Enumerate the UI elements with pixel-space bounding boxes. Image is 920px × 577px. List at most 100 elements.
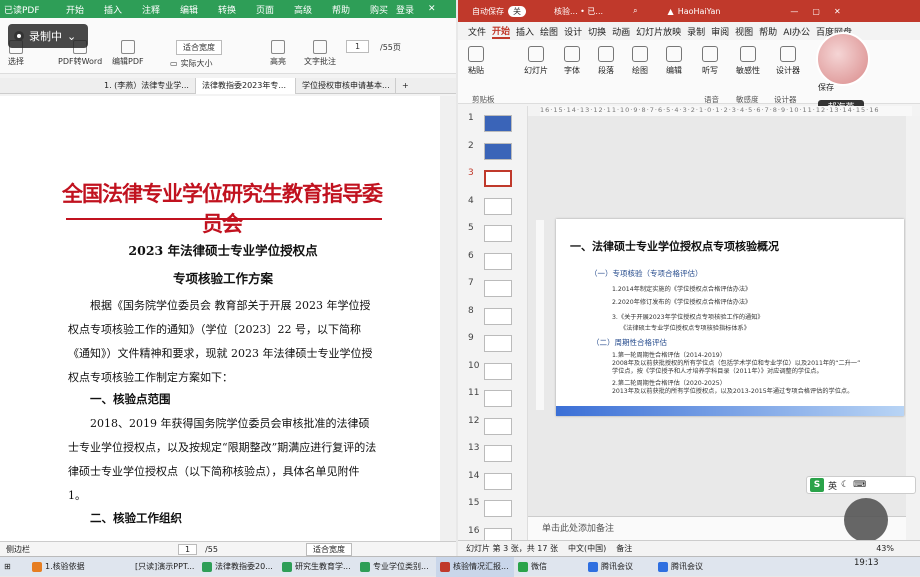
taskbar-item[interactable]: 1.核验依据: [28, 557, 128, 577]
language-status[interactable]: 中文(中国): [568, 543, 606, 554]
ime-toolbar[interactable]: S 英 ☾ ⌨: [806, 476, 916, 494]
highlight-button[interactable]: 高亮: [270, 40, 286, 67]
page-number-input[interactable]: 1: [346, 40, 370, 53]
windows-taskbar: ⊞ 1.核验依据 [只读]演示PPT... 法律教指委20... 研究生教育学.…: [0, 556, 920, 577]
slides-button[interactable]: 幻灯片: [524, 46, 548, 76]
slide-thumbnail[interactable]: [484, 252, 512, 270]
designer-button[interactable]: 设计器: [776, 46, 800, 76]
slide-thumbnail[interactable]: [484, 417, 512, 435]
fit-icon: ▭: [170, 59, 178, 68]
thumbnail-number: 8: [468, 305, 474, 316]
ribbon-tab[interactable]: 切换: [588, 25, 606, 38]
slide-thumbnail[interactable]: [484, 500, 512, 517]
slide-thumbnail[interactable]: [484, 307, 512, 325]
body-paragraph: 根据《国务院学位委员会 教育部关于开展 2023 年学位授权点专项核验工作的通知…: [68, 299, 373, 384]
ribbon-tab[interactable]: 插入: [516, 25, 534, 38]
paragraph-button[interactable]: 段落: [598, 46, 614, 76]
close-icon[interactable]: ✕: [834, 7, 841, 16]
ppt-status-bar: 幻灯片 第 3 张，共 17 张 中文(中国) 备注 43%: [458, 540, 920, 556]
slide-thumbnail[interactable]: [484, 197, 512, 215]
thumbnail-number: 5: [468, 223, 474, 233]
ribbon-tab[interactable]: 文件: [468, 25, 486, 38]
close-icon[interactable]: ✕: [428, 4, 436, 14]
status-zoom-select[interactable]: 适合宽度: [305, 542, 352, 556]
pdf-menu-item[interactable]: 注释: [132, 3, 170, 16]
slide-thumbnail[interactable]: [484, 142, 512, 160]
new-tab-icon[interactable]: +: [396, 81, 415, 90]
sensitivity-button[interactable]: 敏感性: [736, 46, 760, 76]
ribbon-tab[interactable]: 动画: [612, 25, 630, 38]
paste-button[interactable]: 粘贴: [468, 46, 484, 76]
ribbon-tab[interactable]: 录制: [687, 25, 705, 38]
slide-thumbnail[interactable]: [484, 170, 512, 187]
pdf-menu-item[interactable]: 编辑: [170, 3, 208, 16]
slide-thumbnail[interactable]: [484, 225, 512, 242]
file-name[interactable]: 核验... • 已...: [554, 6, 603, 17]
taskbar-item[interactable]: 研究生教育学...: [278, 557, 356, 577]
pdf-menu-item[interactable]: 转换: [208, 3, 246, 16]
font-icon: [564, 46, 580, 62]
start-icon[interactable]: ⊞: [0, 557, 28, 577]
mute-microphone-button[interactable]: [844, 498, 888, 542]
pdf-tab-active[interactable]: 法律教指委2023年专...: [196, 77, 296, 94]
text-note-button[interactable]: 文字批注: [304, 40, 336, 67]
ribbon-tab[interactable]: 帮助: [759, 25, 777, 38]
ribbon-tab[interactable]: 设计: [564, 25, 582, 38]
login-button[interactable]: 登录: [396, 3, 414, 16]
sensitivity-icon: [740, 46, 756, 62]
actual-size-button[interactable]: ▭ 实际大小: [170, 58, 213, 69]
pdf-tab[interactable]: 学位授权审核申请基本...: [296, 77, 396, 94]
ribbon-tab[interactable]: AI办公: [783, 25, 810, 38]
sidebar-toggle[interactable]: 侧边栏: [6, 544, 30, 555]
drawing-button[interactable]: 绘图: [632, 46, 648, 76]
taskbar-item[interactable]: 专业学位类别...: [356, 557, 436, 577]
pdf-scrollbar[interactable]: [440, 96, 456, 542]
taskbar-item[interactable]: 微信: [514, 557, 584, 577]
taskbar-item[interactable]: 腾讯会议: [654, 557, 724, 577]
font-button[interactable]: 字体: [564, 46, 580, 76]
ribbon-tab-active[interactable]: 开始: [492, 24, 511, 39]
pdf-tab[interactable]: 1. (李燕）法律专业学...: [98, 77, 196, 94]
pdf-menu-item[interactable]: 帮助: [322, 3, 360, 16]
recording-indicator[interactable]: 录制中 ⌄: [8, 24, 88, 48]
slide-thumbnail[interactable]: [484, 335, 512, 352]
zoom-level[interactable]: 43%: [876, 544, 894, 553]
pdf-menu-item[interactable]: 高级: [284, 3, 322, 16]
slide-thumbnail[interactable]: [484, 115, 512, 132]
slide-thumbnail[interactable]: [484, 472, 512, 490]
pdf-menu-item[interactable]: 开始: [56, 3, 94, 16]
ribbon-tab[interactable]: 审阅: [711, 25, 729, 38]
pdf-menu-item[interactable]: 页面: [246, 3, 284, 16]
slide-thumbnail[interactable]: [484, 390, 512, 407]
slide-thumbnail[interactable]: [484, 280, 512, 297]
letterhead-rule: [66, 218, 382, 220]
slide-title[interactable]: 一、法律硕士专业学位授权点专项核验概况: [570, 238, 779, 254]
ribbon-tab[interactable]: 幻灯片放映: [636, 25, 681, 38]
taskbar-item[interactable]: [只读]演示PPT...: [128, 557, 198, 577]
ribbon-tab[interactable]: 绘图: [540, 25, 558, 38]
autosave-toggle[interactable]: 关: [508, 5, 526, 17]
ribbon-group-label: 剪贴板: [472, 95, 495, 104]
notes-toggle[interactable]: 备注: [616, 543, 632, 554]
pdf-menu-item[interactable]: 插入: [94, 3, 132, 16]
sogou-icon: S: [810, 478, 824, 492]
taskbar-item[interactable]: 法律教指委20...: [198, 557, 278, 577]
maximize-icon[interactable]: ▢: [812, 7, 820, 16]
text-icon: [313, 40, 327, 54]
pdf-icon: [282, 561, 292, 572]
taskbar-item[interactable]: 腾讯会议: [584, 557, 654, 577]
editing-button[interactable]: 编辑: [666, 46, 682, 76]
ribbon-tab[interactable]: 视图: [735, 25, 753, 38]
buy-button[interactable]: 购买: [370, 3, 388, 16]
zoom-select[interactable]: 适合宽度: [176, 40, 222, 55]
status-page-input[interactable]: 1: [178, 543, 198, 555]
edit-pdf-button[interactable]: 编辑PDF: [112, 40, 144, 67]
minimize-icon[interactable]: —: [790, 7, 798, 16]
thumbnail-number: 6: [468, 250, 474, 261]
taskbar-item-active[interactable]: 核验情况汇报...: [436, 556, 514, 577]
slide-thumbnail[interactable]: [484, 362, 512, 380]
user-name[interactable]: HaoHaiYan: [678, 7, 721, 16]
search-icon[interactable]: ⌕: [633, 6, 637, 16]
dictate-button[interactable]: 听写: [702, 46, 718, 76]
slide-thumbnail[interactable]: [484, 445, 512, 462]
